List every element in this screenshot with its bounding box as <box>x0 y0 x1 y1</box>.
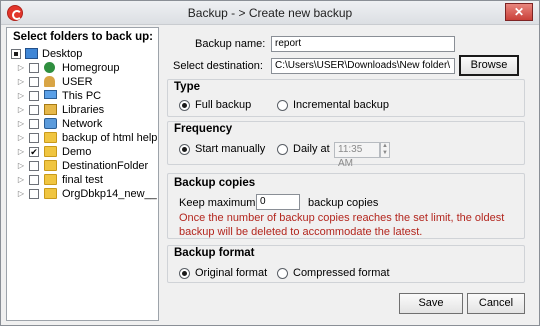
browse-button[interactable]: Browse <box>459 55 519 76</box>
expand-arrow-icon[interactable]: ▷ <box>17 145 25 159</box>
expand-arrow-icon[interactable]: ▷ <box>17 61 25 75</box>
folder-tree-panel: Select folders to back up: Desktop ▷ Hom… <box>6 27 159 321</box>
user-icon <box>44 76 55 87</box>
tree-item-libraries[interactable]: ▷ Libraries <box>17 103 157 117</box>
expand-arrow-icon[interactable]: ▷ <box>17 117 25 131</box>
max-copies-input[interactable]: 0 <box>256 194 300 210</box>
tree-item-checkbox[interactable] <box>29 175 39 185</box>
backup-form: Backup name: report Select destination: … <box>167 29 531 321</box>
expand-arrow-icon[interactable]: ▷ <box>17 103 25 117</box>
tree-item-checkbox[interactable] <box>29 161 39 171</box>
compressed-format-radio[interactable] <box>277 268 288 279</box>
destination-input[interactable]: C:\Users\USER\Downloads\New folder\ <box>271 58 455 74</box>
full-backup-radio[interactable] <box>179 100 190 111</box>
tree-item-backup-of-html-help[interactable]: ▷ backup of html help <box>17 131 157 145</box>
frequency-group: Frequency Start manually Daily at 11:35 … <box>167 121 525 169</box>
folder-icon <box>44 132 57 143</box>
tree-item-this-pc[interactable]: ▷ This PC <box>17 89 157 103</box>
tree-item-checkbox[interactable] <box>29 105 39 115</box>
libraries-icon <box>44 104 57 115</box>
close-button[interactable]: ✕ <box>505 3 533 21</box>
tree-item-checkbox[interactable] <box>29 133 39 143</box>
computer-icon <box>44 90 57 99</box>
cancel-button[interactable]: Cancel <box>467 293 525 314</box>
tree-item-user[interactable]: ▷ USER <box>17 75 157 89</box>
tree-item-checkbox[interactable] <box>29 189 39 199</box>
network-icon <box>44 118 57 129</box>
tree-item-label: Desktop <box>42 48 83 60</box>
tree-item-checkbox[interactable] <box>29 63 39 73</box>
daily-at-label[interactable]: Daily at <box>293 143 330 155</box>
tree-item-checkbox[interactable] <box>29 119 39 129</box>
backup-copies-group: Backup copies Keep maximum 0 backup copi… <box>167 173 525 239</box>
tree-item-orgdbkp14[interactable]: ▷ OrgDbkp14_new__04- <box>17 187 157 201</box>
folder-icon <box>44 146 57 157</box>
tree-item-checkbox[interactable] <box>29 77 39 87</box>
incremental-backup-radio[interactable] <box>277 100 288 111</box>
tree-item-label: USER <box>62 76 93 88</box>
expand-arrow-icon[interactable]: ▷ <box>17 187 25 201</box>
tree-heading: Select folders to back up: <box>13 31 153 43</box>
tree-item-label: Demo <box>62 146 92 158</box>
tree-item-checkbox[interactable]: ✔ <box>29 147 39 157</box>
tree-item-label: DestinationFolder <box>62 160 149 172</box>
time-spinner[interactable]: ▲ ▼ <box>380 142 390 158</box>
tree-item-desktop[interactable]: Desktop <box>11 47 151 61</box>
keep-maximum-label: Keep maximum <box>179 197 256 209</box>
save-button[interactable]: Save <box>399 293 463 314</box>
compressed-format-label[interactable]: Compressed format <box>293 267 390 279</box>
tree-item-label: This PC <box>62 90 102 102</box>
backup-copies-title: Backup copies <box>174 177 256 189</box>
expand-arrow-icon[interactable]: ▷ <box>17 159 25 173</box>
original-format-label[interactable]: Original format <box>195 267 267 279</box>
daily-time-input[interactable]: 11:35 AM <box>334 142 380 169</box>
backup-copies-suffix: backup copies <box>308 197 379 209</box>
original-format-radio[interactable] <box>179 268 190 279</box>
frequency-title: Frequency <box>174 123 233 135</box>
backup-window: Backup - > Create new backup ✕ Select fo… <box>0 0 540 326</box>
tree-item-label: backup of html help <box>62 132 158 144</box>
copies-warning-line2: backup will be deleted to accommodate th… <box>179 226 423 238</box>
desktop-icon <box>25 48 38 59</box>
tree-item-demo[interactable]: ▷ ✔ Demo <box>17 145 157 159</box>
tree-item-label: Homegroup <box>62 62 120 74</box>
tree-item-label: Libraries <box>62 104 105 116</box>
backup-format-title: Backup format <box>174 247 255 259</box>
tree-item-label: Network <box>62 118 103 130</box>
tree-item-network[interactable]: ▷ Network <box>17 117 157 131</box>
backup-name-label: Backup name: <box>195 38 266 50</box>
expand-arrow-icon[interactable]: ▷ <box>17 89 25 103</box>
window-title: Backup - > Create new backup <box>187 6 353 20</box>
daily-at-radio[interactable] <box>277 144 288 155</box>
folder-icon <box>44 160 57 171</box>
tree-item-label: final test <box>62 174 103 186</box>
backup-format-group: Backup format Original format Compressed… <box>167 245 525 283</box>
incremental-backup-label[interactable]: Incremental backup <box>293 99 389 111</box>
homegroup-icon <box>44 62 55 73</box>
tree-item-homegroup[interactable]: ▷ Homegroup <box>17 61 157 75</box>
expand-arrow-icon[interactable]: ▷ <box>17 131 25 145</box>
backup-name-input[interactable]: report <box>271 36 455 52</box>
type-group: Type Full backup Incremental backup <box>167 79 525 117</box>
full-backup-label[interactable]: Full backup <box>195 99 251 111</box>
tree-item-checkbox[interactable] <box>29 91 39 101</box>
expand-arrow-icon[interactable]: ▷ <box>17 75 25 89</box>
tree-item-final-test[interactable]: ▷ final test <box>17 173 157 187</box>
folder-icon <box>44 174 57 185</box>
type-title: Type <box>174 81 200 93</box>
destination-label: Select destination: <box>173 60 263 72</box>
folder-icon <box>44 188 57 199</box>
expand-arrow-icon[interactable]: ▷ <box>17 173 25 187</box>
tree-item-checkbox[interactable] <box>11 49 21 59</box>
tree-item-label: OrgDbkp14_new__04- <box>62 188 157 200</box>
title-bar[interactable]: Backup - > Create new backup ✕ <box>1 1 539 25</box>
start-manually-radio[interactable] <box>179 144 190 155</box>
start-manually-label[interactable]: Start manually <box>195 143 265 155</box>
tree-item-destinationfolder[interactable]: ▷ DestinationFolder <box>17 159 157 173</box>
copies-warning-line1: Once the number of backup copies reaches… <box>179 212 505 224</box>
